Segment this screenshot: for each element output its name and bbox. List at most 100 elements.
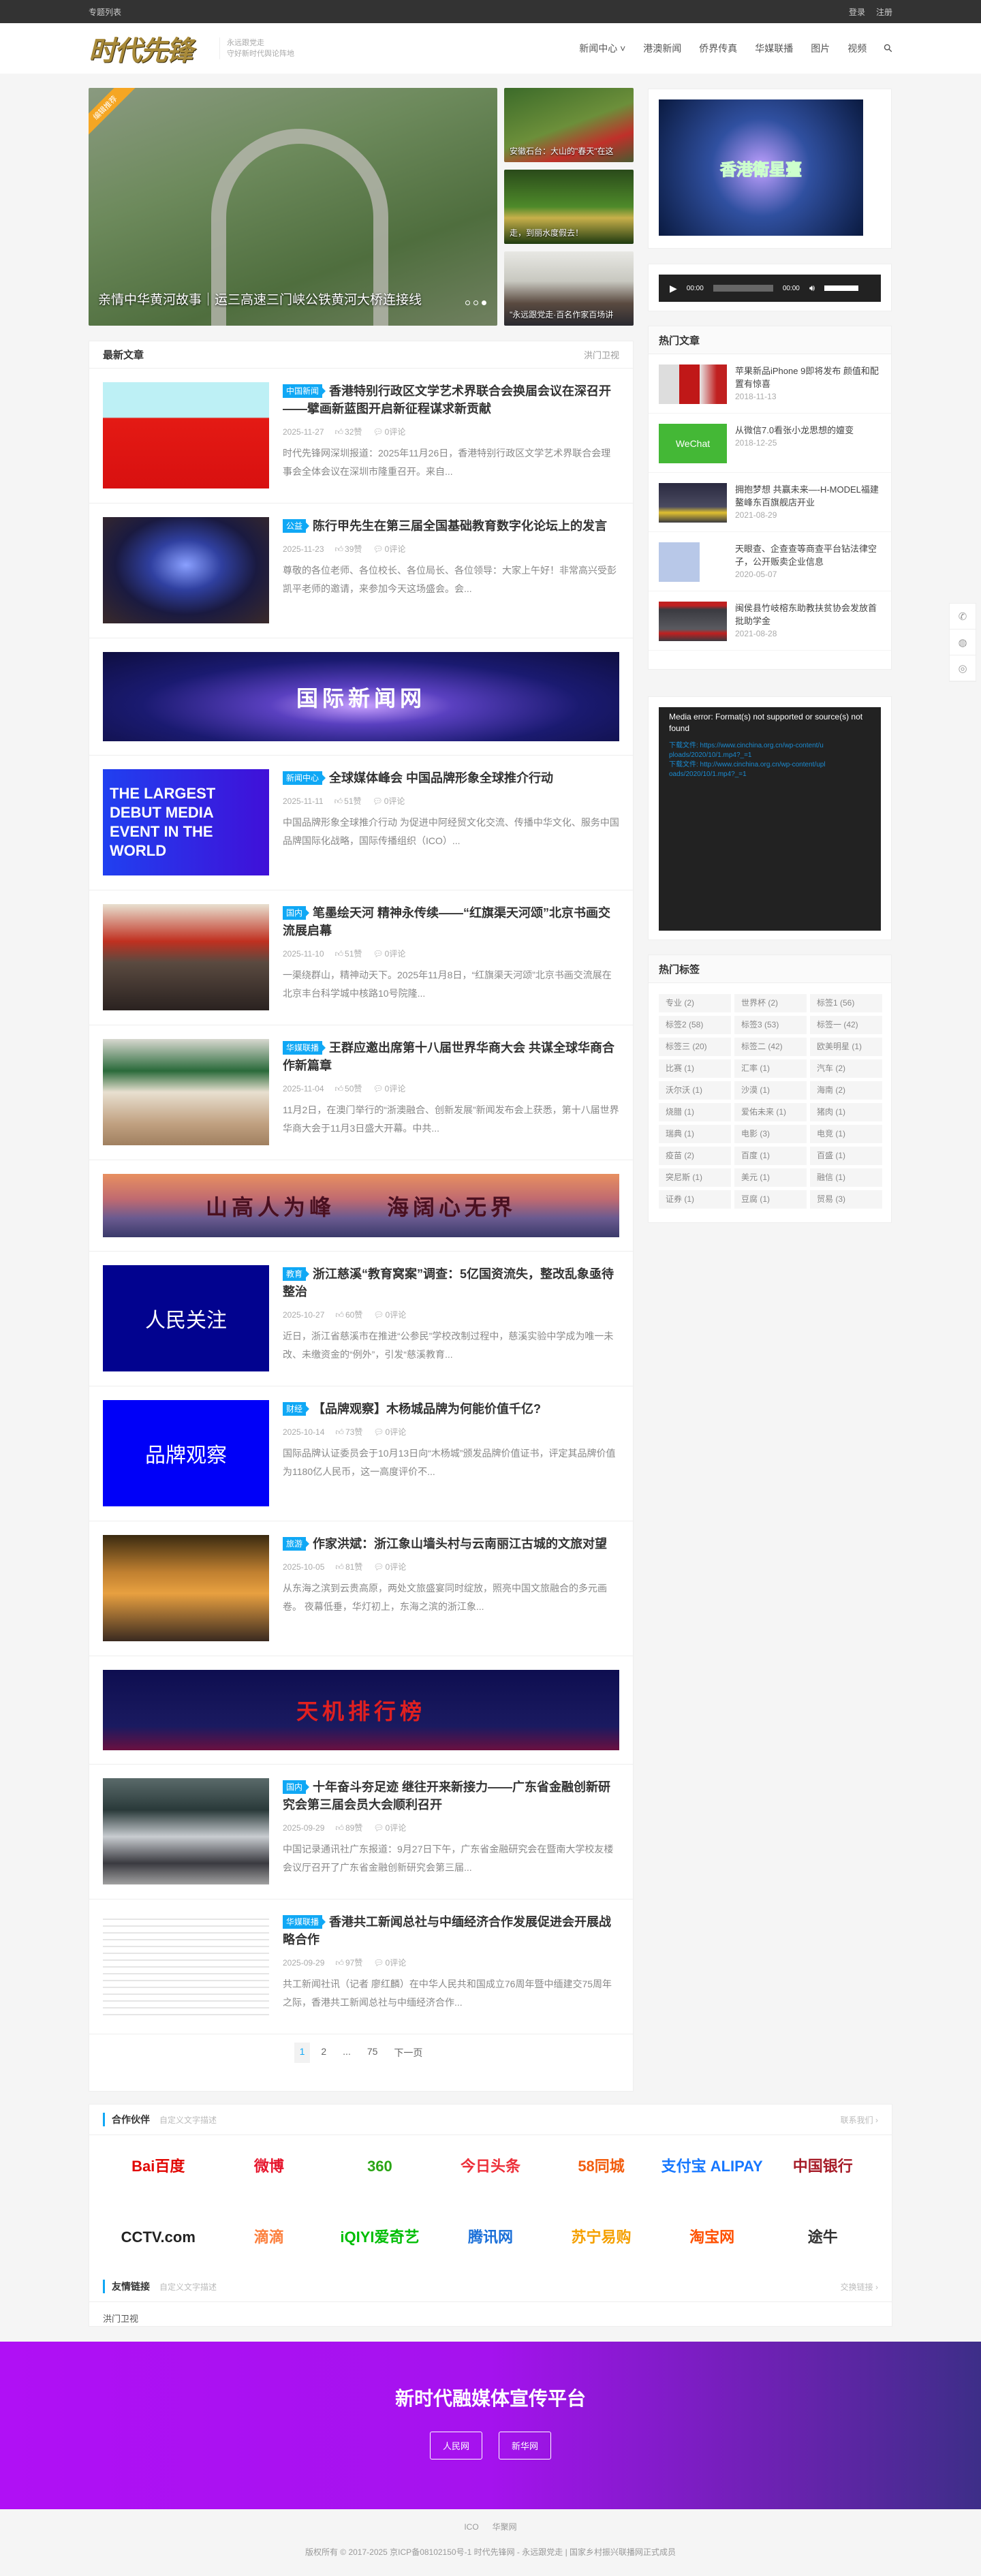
article-title[interactable]: 财经 【品牌观察】木杨城品牌为何能价值千亿? <box>283 1400 619 1418</box>
hot-title[interactable]: 苹果新品iPhone 9即将发布 颜值和配置有惊喜 <box>735 364 881 390</box>
wechat-icon[interactable]: ◍ <box>950 630 976 655</box>
category-badge[interactable]: 公益 <box>283 519 310 533</box>
tag-item[interactable]: 烧腊 (1) <box>659 1103 731 1121</box>
progress-bar[interactable] <box>713 285 773 292</box>
tag-item[interactable]: 美元 (1) <box>734 1168 807 1187</box>
article-title[interactable]: 中国新闻 香港特别行政区文学艺术界联合会换届会议在深召开——擘画新蓝图开启新征程谋… <box>283 382 619 418</box>
banner-image[interactable]: 山高人为峰 海阔心无界 <box>103 1174 619 1237</box>
tag-item[interactable]: 标签三 (20) <box>659 1038 731 1056</box>
hot-thumbnail[interactable] <box>659 542 727 582</box>
weibo-icon[interactable]: ◎ <box>950 655 976 681</box>
friend-link[interactable]: 洪门卫视 <box>103 2314 138 2324</box>
article-thumbnail[interactable] <box>103 1778 269 1884</box>
article-thumbnail[interactable] <box>103 904 269 1010</box>
partner-logo[interactable]: CCTV.com <box>103 2221 214 2254</box>
nav-item[interactable]: 图片 <box>811 42 830 55</box>
tag-item[interactable]: 标签3 (53) <box>734 1016 807 1034</box>
nav-item[interactable]: 侨界传真 <box>699 42 737 55</box>
category-badge[interactable]: 国内 <box>283 1780 310 1794</box>
article-title-text[interactable]: 陈行甲先生在第三届全国基础教育数字化论坛上的发言 <box>313 519 607 533</box>
tag-item[interactable]: 沙漠 (1) <box>734 1081 807 1100</box>
slide-dot[interactable] <box>482 300 486 305</box>
tag-item[interactable]: 欧美明星 (1) <box>810 1038 882 1056</box>
tag-item[interactable]: 标签二 (42) <box>734 1038 807 1056</box>
page-link[interactable]: 75 <box>362 2043 384 2063</box>
article-title[interactable]: 国内 十年奋斗夯足迹 继往开来新接力——广东省金融创新研究会第三届会员大会顺利召开 <box>283 1778 619 1814</box>
hot-article[interactable]: 闽侯县竹岐榕东助教扶贫协会发放首批助学金 2021-08-28 <box>649 591 891 651</box>
category-badge[interactable]: 旅游 <box>283 1537 310 1551</box>
cta-button-people[interactable]: 人民网 <box>429 2432 482 2459</box>
nav-item[interactable]: 港澳新闻 <box>643 42 681 55</box>
tag-item[interactable]: 海南 (2) <box>810 1081 882 1100</box>
partner-logo[interactable]: 途牛 <box>767 2221 878 2254</box>
article-thumbnail[interactable] <box>103 1913 269 2019</box>
page-link[interactable]: 2 <box>315 2043 332 2063</box>
article-thumbnail[interactable]: 品牌观察 <box>103 1400 269 1506</box>
topics-link[interactable]: 专题列表 <box>89 6 121 18</box>
partner-logo[interactable]: 淘宝网 <box>657 2221 768 2254</box>
hot-thumbnail[interactable] <box>659 483 727 523</box>
slide-side[interactable]: 走，到丽水度假去！ <box>504 170 634 244</box>
hot-title[interactable]: 闽侯县竹岐榕东助教扶贫协会发放首批助学金 <box>735 602 881 627</box>
partner-logo[interactable]: 今日头条 <box>435 2150 546 2183</box>
banner-image[interactable]: 天机排行榜 <box>103 1670 619 1750</box>
partner-logo[interactable]: 微博 <box>214 2150 325 2183</box>
contact-us-link[interactable]: 联系我们 › <box>841 2114 878 2126</box>
footer-link[interactable]: ICO <box>464 2522 478 2532</box>
article-title[interactable]: 国内 笔墨绘天河 精神永传续——“红旗渠天河颂”北京书画交流展启幕 <box>283 904 619 940</box>
article-title[interactable]: 公益 陈行甲先生在第三届全国基础教育数字化论坛上的发言 <box>283 517 619 535</box>
tag-item[interactable]: 猪肉 (1) <box>810 1103 882 1121</box>
tag-item[interactable]: 电竞 (1) <box>810 1125 882 1143</box>
tag-item[interactable]: 沃尔沃 (1) <box>659 1081 731 1100</box>
hot-thumbnail[interactable] <box>659 364 727 404</box>
hot-article[interactable]: 天眼查、企查查等商查平台钻法律空子，公开贩卖企业信息 2020-05-07 <box>649 532 891 591</box>
tag-item[interactable]: 爱佑未来 (1) <box>734 1103 807 1121</box>
partner-logo[interactable]: 滴滴 <box>214 2221 325 2254</box>
article-thumbnail[interactable] <box>103 1039 269 1145</box>
article-title-text[interactable]: 王群应邀出席第十八届世界华商大会 共谋全球华商合作新篇章 <box>283 1041 614 1072</box>
volume-slider[interactable] <box>824 285 859 291</box>
site-logo[interactable]: 时代先锋 <box>89 29 211 68</box>
slide-dot[interactable] <box>465 300 470 305</box>
category-badge[interactable]: 华媒联播 <box>283 1915 326 1929</box>
slide-side[interactable]: 安徽石台：大山的"春天"在这 <box>504 88 634 162</box>
nav-item[interactable]: 新闻中心 ˅ <box>579 42 625 55</box>
nav-item[interactable]: 华媒联播 <box>755 42 793 55</box>
tag-item[interactable]: 豆腐 (1) <box>734 1190 807 1209</box>
article-title-text[interactable]: 全球媒体峰会 中国品牌形象全球推介行动 <box>329 771 553 785</box>
slide-side[interactable]: "永远跟党走·百名作家百场讲 <box>504 251 634 326</box>
tag-item[interactable]: 百盛 (1) <box>810 1147 882 1165</box>
article-thumbnail[interactable] <box>103 517 269 623</box>
tag-item[interactable]: 瑞典 (1) <box>659 1125 731 1143</box>
video-thumbnail[interactable]: 香港衛星臺 <box>659 99 863 236</box>
article-title[interactable]: 华媒联播 王群应邀出席第十八届世界华商大会 共谋全球华商合作新篇章 <box>283 1039 619 1074</box>
hot-thumbnail[interactable]: WeChat <box>659 424 727 463</box>
article-title-text[interactable]: 浙江慈溪“教育窝案”调查：5亿国资流失，整改乱象亟待整治 <box>283 1267 614 1299</box>
article-title-text[interactable]: 【品牌观察】木杨城品牌为何能价值千亿? <box>313 1402 541 1416</box>
partner-logo[interactable]: 中国银行 <box>767 2150 878 2183</box>
category-badge[interactable]: 中国新闻 <box>283 384 326 398</box>
slide-dot[interactable] <box>473 300 478 305</box>
category-badge[interactable]: 财经 <box>283 1402 310 1416</box>
tag-item[interactable]: 专业 (2) <box>659 994 731 1012</box>
hot-title[interactable]: 拥抱梦想 共赢未来—-H-MODEL福建鳌峰东百旗舰店开业 <box>735 483 881 509</box>
phone-icon[interactable]: ✆ <box>950 604 976 630</box>
article-title[interactable]: 旅游 作家洪斌：浙江象山墙头村与云南丽江古城的文旅对望 <box>283 1535 619 1553</box>
page-link[interactable]: 1 <box>294 2043 311 2063</box>
article-thumbnail[interactable] <box>103 382 269 488</box>
partner-logo[interactable]: 支付宝 ALIPAY <box>657 2150 768 2183</box>
register-link[interactable]: 注册 <box>876 7 892 17</box>
tag-item[interactable]: 电影 (3) <box>734 1125 807 1143</box>
search-icon[interactable]: ⚲ <box>881 41 896 56</box>
cta-button-xinhua[interactable]: 新华网 <box>499 2432 552 2459</box>
tag-item[interactable]: 疫苗 (2) <box>659 1147 731 1165</box>
category-badge[interactable]: 华媒联播 <box>283 1041 326 1055</box>
article-title[interactable]: 新闻中心 全球媒体峰会 中国品牌形象全球推介行动 <box>283 769 619 787</box>
download-link[interactable]: 下载文件: http://www.cinchina.org.cn/wp-cont… <box>669 760 826 779</box>
article-title[interactable]: 教育 浙江慈溪“教育窝案”调查：5亿国资流失，整改乱象亟待整治 <box>283 1265 619 1301</box>
tag-item[interactable]: 标签1 (56) <box>810 994 882 1012</box>
footer-link[interactable]: 华聚网 <box>493 2522 517 2532</box>
section-more-link[interactable]: 洪门卫视 <box>584 348 619 361</box>
article-title-text[interactable]: 香港特别行政区文学艺术界联合会换届会议在深召开——擘画新蓝图开启新征程谋求新贡献 <box>283 384 611 416</box>
category-badge[interactable]: 教育 <box>283 1267 310 1281</box>
